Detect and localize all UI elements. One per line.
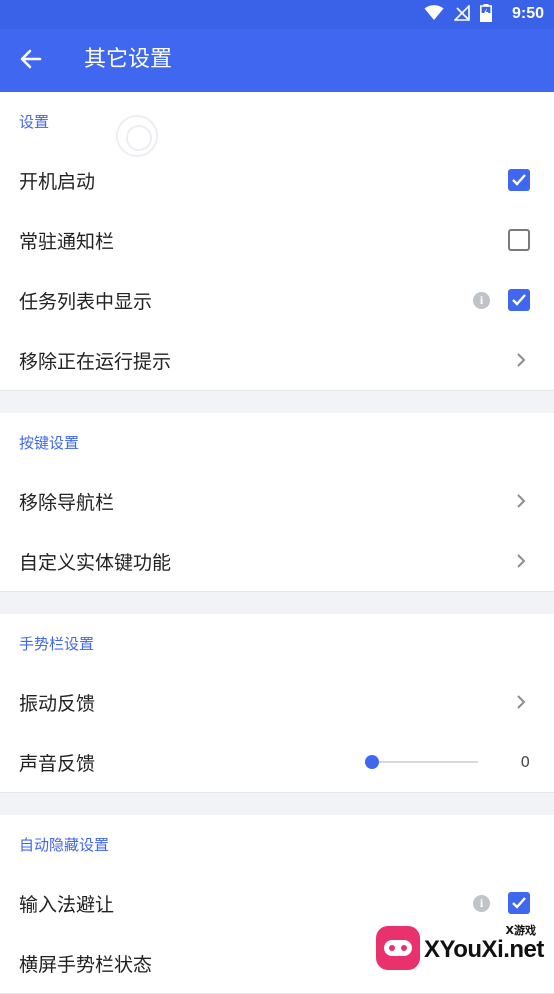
chevron-right-icon	[514, 351, 528, 369]
app-bar: 其它设置	[0, 29, 554, 92]
watermark-logo: X游戏 XYouXi.net	[376, 922, 548, 978]
setting-vibration-feedback[interactable]: 振动反馈	[0, 672, 554, 732]
checkbox-checked[interactable]	[508, 169, 530, 191]
setting-label: 振动反馈	[19, 689, 514, 716]
arrow-left-icon	[20, 49, 42, 73]
slider-thumb[interactable]	[365, 755, 379, 769]
watermark-big-text: XYouXi.net	[424, 936, 544, 964]
setting-label: 移除导航栏	[19, 488, 514, 515]
section-divider	[0, 391, 554, 413]
setting-label: 自定义实体键功能	[19, 548, 514, 575]
section-divider	[0, 592, 554, 614]
setting-persistent-notification[interactable]: 常驻通知栏	[0, 210, 554, 270]
setting-label: 声音反馈	[19, 749, 366, 776]
status-time: 9:50	[512, 5, 544, 23]
check-icon	[511, 173, 527, 187]
status-icons	[424, 5, 492, 25]
chevron-right-icon	[514, 492, 528, 510]
status-bar: 9:50	[0, 0, 554, 29]
setting-remove-running-hint[interactable]: 移除正在运行提示	[0, 330, 554, 390]
setting-label: 常驻通知栏	[19, 227, 508, 254]
page-title: 其它设置	[84, 45, 172, 75]
slider-track	[366, 761, 478, 763]
section-header: 自动隐藏设置	[0, 815, 554, 873]
section-header: 手势栏设置	[0, 614, 554, 672]
section-gesture-bar-settings: 手势栏设置 振动反馈 声音反馈 0	[0, 614, 554, 793]
chevron-right-icon	[514, 693, 528, 711]
setting-show-in-task-list[interactable]: 任务列表中显示 i	[0, 270, 554, 330]
wifi-icon	[424, 5, 444, 25]
setting-custom-physical-keys[interactable]: 自定义实体键功能	[0, 531, 554, 591]
slider-value: 0	[518, 753, 530, 771]
setting-label: 开机启动	[19, 167, 508, 194]
setting-label: 移除正在运行提示	[19, 347, 514, 374]
checkbox-checked[interactable]	[508, 892, 530, 914]
info-icon[interactable]: i	[473, 895, 490, 912]
info-icon[interactable]: i	[473, 292, 490, 309]
no-signal-icon	[454, 5, 470, 25]
gamepad-icon	[376, 926, 420, 970]
check-icon	[511, 293, 527, 307]
section-header: 设置	[0, 92, 554, 150]
section-settings: 设置 开机启动 常驻通知栏 任务列表中显示 i	[0, 92, 554, 391]
chevron-right-icon	[514, 552, 528, 570]
sound-feedback-slider[interactable]	[366, 752, 478, 772]
back-button[interactable]	[16, 46, 46, 76]
setting-label: 输入法避让	[19, 890, 473, 917]
setting-sound-feedback: 声音反馈 0	[0, 732, 554, 792]
section-header: 按键设置	[0, 413, 554, 471]
setting-boot-start[interactable]: 开机启动	[0, 150, 554, 210]
section-key-settings: 按键设置 移除导航栏 自定义实体键功能	[0, 413, 554, 592]
setting-label: 任务列表中显示	[19, 287, 473, 314]
settings-list: 设置 开机启动 常驻通知栏 任务列表中显示 i	[0, 92, 554, 994]
checkbox-checked[interactable]	[508, 289, 530, 311]
check-icon	[511, 896, 527, 910]
battery-charging-icon	[480, 4, 492, 26]
setting-remove-nav-bar[interactable]: 移除导航栏	[0, 471, 554, 531]
checkbox-unchecked[interactable]	[508, 229, 530, 251]
section-divider	[0, 793, 554, 815]
touch-ripple	[116, 115, 158, 157]
